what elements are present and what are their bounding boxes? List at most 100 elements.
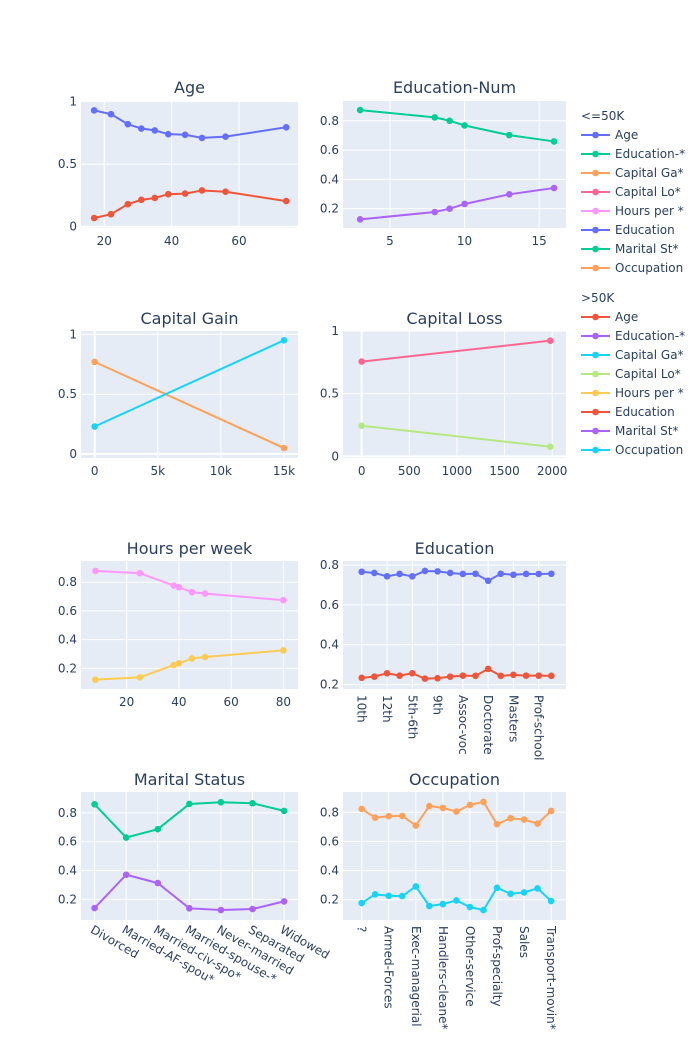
data-point[interactable] bbox=[280, 337, 288, 344]
data-point[interactable] bbox=[472, 672, 479, 680]
data-point[interactable] bbox=[546, 337, 554, 344]
data-point[interactable] bbox=[385, 892, 393, 900]
legend-item[interactable]: Education bbox=[581, 405, 675, 419]
data-point[interactable] bbox=[548, 672, 555, 680]
legend-item[interactable]: Occupation bbox=[581, 261, 683, 275]
data-point[interactable] bbox=[282, 197, 290, 205]
data-point[interactable] bbox=[122, 871, 130, 879]
data-point[interactable] bbox=[453, 808, 460, 815]
data-point[interactable] bbox=[472, 570, 479, 578]
data-point[interactable] bbox=[506, 131, 513, 139]
data-point[interactable] bbox=[480, 906, 487, 914]
data-point[interactable] bbox=[358, 422, 365, 430]
data-point[interactable] bbox=[550, 138, 558, 145]
data-point[interactable] bbox=[434, 568, 441, 575]
data-point[interactable] bbox=[91, 423, 98, 430]
data-point[interactable] bbox=[421, 675, 429, 682]
data-point[interactable] bbox=[222, 188, 229, 196]
data-point[interactable] bbox=[480, 798, 487, 806]
data-point[interactable] bbox=[439, 900, 447, 908]
data-point[interactable] bbox=[522, 570, 530, 578]
data-point[interactable] bbox=[446, 673, 454, 680]
data-point[interactable] bbox=[249, 905, 256, 913]
data-point[interactable] bbox=[547, 807, 555, 815]
data-point[interactable] bbox=[493, 820, 501, 828]
data-point[interactable] bbox=[408, 573, 416, 580]
legend-item[interactable]: Marital St* bbox=[581, 424, 679, 438]
data-point[interactable] bbox=[358, 899, 365, 907]
legend-item[interactable]: Education-* bbox=[581, 329, 685, 343]
data-point[interactable] bbox=[154, 825, 162, 833]
data-point[interactable] bbox=[484, 577, 492, 585]
data-point[interactable] bbox=[453, 897, 460, 904]
data-point[interactable] bbox=[181, 131, 189, 139]
data-point[interactable] bbox=[383, 573, 391, 580]
data-point[interactable] bbox=[138, 196, 145, 204]
data-point[interactable] bbox=[371, 814, 379, 821]
data-point[interactable] bbox=[358, 568, 366, 576]
data-point[interactable] bbox=[497, 672, 505, 680]
legend-item[interactable]: Occupation bbox=[581, 443, 683, 457]
data-point[interactable] bbox=[431, 114, 439, 121]
data-point[interactable] bbox=[510, 571, 517, 579]
legend-item[interactable]: Hours per * bbox=[581, 386, 684, 400]
data-point[interactable] bbox=[383, 669, 391, 677]
data-point[interactable] bbox=[358, 805, 365, 813]
data-point[interactable] bbox=[201, 590, 209, 597]
data-point[interactable] bbox=[280, 647, 287, 654]
data-point[interactable] bbox=[164, 190, 172, 198]
data-point[interactable] bbox=[431, 208, 439, 216]
data-point[interactable] bbox=[534, 820, 541, 827]
data-point[interactable] bbox=[497, 570, 505, 578]
legend-item[interactable]: Capital Lo* bbox=[581, 185, 681, 199]
data-point[interactable] bbox=[138, 125, 145, 132]
data-point[interactable] bbox=[282, 123, 290, 131]
data-point[interactable] bbox=[356, 216, 364, 223]
data-point[interactable] bbox=[522, 672, 530, 679]
data-point[interactable] bbox=[124, 200, 132, 208]
data-point[interactable] bbox=[493, 884, 501, 892]
data-point[interactable] bbox=[371, 891, 379, 898]
data-point[interactable] bbox=[398, 892, 406, 900]
data-point[interactable] bbox=[201, 653, 209, 661]
data-point[interactable] bbox=[91, 904, 98, 912]
legend-item[interactable]: Capital Lo* bbox=[581, 367, 681, 381]
data-point[interactable] bbox=[412, 822, 420, 829]
data-point[interactable] bbox=[222, 133, 229, 140]
data-point[interactable] bbox=[136, 569, 144, 577]
data-point[interactable] bbox=[124, 120, 132, 128]
data-point[interactable] bbox=[122, 834, 130, 841]
data-point[interactable] bbox=[175, 583, 183, 591]
data-point[interactable] bbox=[548, 570, 555, 578]
data-point[interactable] bbox=[198, 134, 206, 142]
legend-item[interactable]: Age bbox=[581, 128, 638, 142]
data-point[interactable] bbox=[198, 187, 206, 194]
data-point[interactable] bbox=[426, 802, 433, 810]
legend-item[interactable]: Capital Ga* bbox=[581, 166, 684, 180]
data-point[interactable] bbox=[90, 214, 98, 222]
data-point[interactable] bbox=[371, 569, 378, 577]
data-point[interactable] bbox=[461, 122, 468, 129]
legend-item[interactable]: Capital Ga* bbox=[581, 348, 684, 362]
data-point[interactable] bbox=[520, 889, 528, 896]
data-point[interactable] bbox=[466, 801, 474, 809]
data-point[interactable] bbox=[398, 812, 406, 820]
data-point[interactable] bbox=[249, 799, 256, 807]
data-point[interactable] bbox=[535, 570, 542, 578]
data-point[interactable] bbox=[186, 905, 193, 912]
data-point[interactable] bbox=[371, 673, 378, 680]
data-point[interactable] bbox=[412, 883, 420, 890]
data-point[interactable] bbox=[507, 890, 514, 898]
data-point[interactable] bbox=[181, 190, 189, 197]
data-point[interactable] bbox=[280, 898, 288, 905]
data-point[interactable] bbox=[90, 107, 98, 114]
data-point[interactable] bbox=[461, 200, 468, 208]
data-point[interactable] bbox=[534, 885, 541, 892]
data-point[interactable] bbox=[280, 596, 287, 604]
data-point[interactable] bbox=[547, 897, 555, 905]
data-point[interactable] bbox=[396, 672, 403, 679]
data-point[interactable] bbox=[439, 804, 447, 812]
data-point[interactable] bbox=[358, 358, 365, 365]
data-point[interactable] bbox=[186, 800, 193, 808]
data-point[interactable] bbox=[520, 816, 528, 823]
